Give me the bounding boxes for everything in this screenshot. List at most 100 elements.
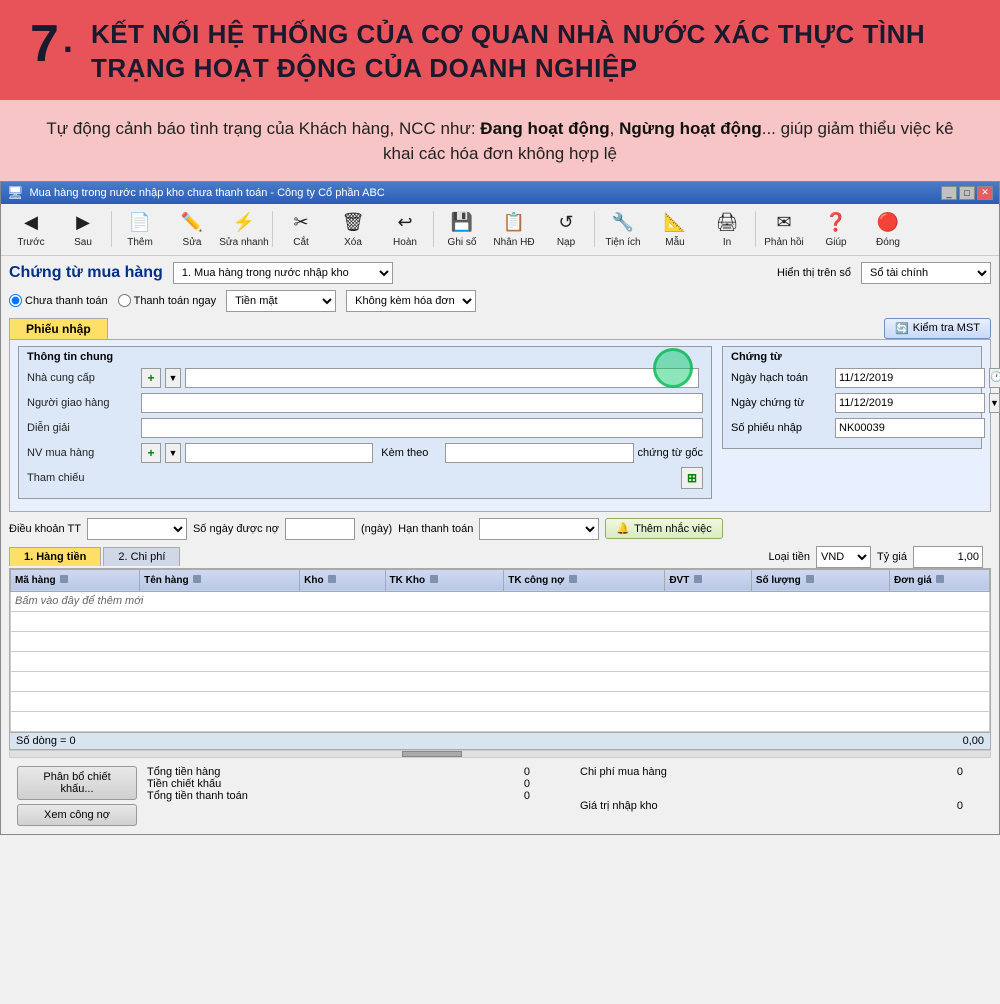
chung-tu-select[interactable]: 1. Mua hàng trong nước nhập kho: [173, 262, 393, 284]
close-button[interactable]: ✕: [977, 186, 993, 200]
ngay-hach-toan-calendar[interactable]: 🕐: [989, 368, 1000, 388]
so-phieu-nhap-input[interactable]: [835, 418, 985, 438]
dien-giai-input[interactable]: [141, 418, 703, 438]
tab-phieu-nhap[interactable]: Phiếu nhập: [9, 318, 108, 339]
tab-chi-phi[interactable]: 2. Chi phí: [103, 547, 180, 566]
window-titlebar: 🖥 Mua hàng trong nước nhập kho chưa than…: [1, 182, 999, 204]
sort-tk-cong-no-icon[interactable]: [569, 575, 577, 583]
copy-hd-icon: 📋: [502, 211, 526, 235]
toolbar-sua[interactable]: ✏️ Sửa: [166, 206, 218, 252]
ngay-hach-toan-input[interactable]: [835, 368, 985, 388]
dien-giai-row: Diễn giải: [27, 417, 703, 439]
col-so-luong[interactable]: Số lượng: [751, 569, 889, 591]
nv-dropdown[interactable]: ▼: [165, 443, 181, 463]
chung-tu-goc-label: chứng từ gốc: [638, 447, 703, 459]
nha-cung-cap-input[interactable]: [185, 368, 699, 388]
toolbar-phan-hoi[interactable]: ✉ Phản hồi: [758, 206, 810, 252]
toolbar-cat[interactable]: ✂ Cắt: [275, 206, 327, 252]
ngay-hach-toan-label: Ngày hạch toán: [731, 372, 831, 384]
quick-edit-icon: ⚡: [232, 211, 256, 235]
ngay-chung-tu-input[interactable]: [835, 393, 985, 413]
form-panel: Thông tin chung Nhà cung cấp + ▼: [9, 339, 991, 512]
hoa-don-select[interactable]: Không kèm hóa đơn: [346, 290, 476, 312]
add-row[interactable]: Bấm vào đây để thêm mới: [11, 591, 990, 611]
chung-tu-panel: Chứng từ Ngày hạch toán 🕐 ▼ Ngày chứng t…: [722, 346, 982, 449]
toolbar-xoa[interactable]: 🗑 Xóa: [327, 206, 379, 252]
toolbar-nap[interactable]: ↺ Nạp: [540, 206, 592, 252]
nha-cung-cap-add-btn[interactable]: +: [141, 368, 161, 388]
dieu-khoan-tt-label: Điều khoản TT: [9, 523, 81, 535]
empty-row-2: [11, 631, 990, 651]
toolbar-tien-ich[interactable]: 🔧 Tiện ích: [597, 206, 649, 252]
horizontal-scrollbar[interactable]: [9, 750, 991, 758]
toolbar-ghi-so[interactable]: 💾 Ghi số: [436, 206, 488, 252]
dieu-khoan-tt-select[interactable]: [87, 518, 187, 540]
thong-tin-chung-title: Thông tin chung: [27, 351, 703, 363]
nv-add-btn[interactable]: +: [141, 443, 161, 463]
sort-tk-kho-icon[interactable]: [430, 575, 438, 583]
toolbar-mau[interactable]: 📐 Mẫu: [649, 206, 701, 252]
toolbar-sep1: [111, 211, 112, 247]
empty-row-1: [11, 611, 990, 631]
scroll-thumb[interactable]: [402, 751, 462, 757]
sort-kho-icon[interactable]: [328, 575, 336, 583]
toolbar-hoan[interactable]: ↩ Hoàn: [379, 206, 431, 252]
sort-so-luong-icon[interactable]: [806, 575, 814, 583]
maximize-button[interactable]: □: [959, 186, 975, 200]
han-tt-select[interactable]: [479, 518, 599, 540]
toolbar-truoc[interactable]: ◀ Trước: [5, 206, 57, 252]
header-dot: .: [63, 18, 73, 61]
loai-tien-label: Loại tiền: [768, 551, 810, 563]
radio-chua-tt[interactable]: Chưa thanh toán: [9, 294, 108, 307]
toolbar-sau[interactable]: ▶ Sau: [57, 206, 109, 252]
toolbar-in[interactable]: 🖨 In: [701, 206, 753, 252]
chung-tu-row: Chứng từ mua hàng 1. Mua hàng trong nước…: [9, 262, 991, 284]
tien-mat-select[interactable]: Tiền mặt: [226, 290, 336, 312]
col-don-gia[interactable]: Đơn giá: [890, 569, 990, 591]
sort-don-gia-icon[interactable]: [936, 575, 944, 583]
minimize-button[interactable]: _: [941, 186, 957, 200]
nv-mua-hang-input[interactable]: [185, 443, 373, 463]
han-tt-label: Hạn thanh toán: [398, 523, 473, 535]
col-dvt[interactable]: ĐVT: [665, 569, 752, 591]
so-ngay-no-input[interactable]: [285, 518, 355, 540]
col-ma-hang[interactable]: Mã hàng: [11, 569, 140, 591]
forward-icon: ▶: [71, 211, 95, 235]
toolbar-sep3: [433, 211, 434, 247]
sort-ma-hang-icon[interactable]: [60, 575, 68, 583]
tong-tien-hang-label: Tổng tiền hàng: [147, 766, 220, 778]
ngay-unit-label: (ngày): [361, 523, 392, 535]
ty-gia-input[interactable]: [913, 546, 983, 568]
phan-bo-chiet-khau-button[interactable]: Phân bổ chiết khấu...: [17, 766, 137, 800]
toolbar: ◀ Trước ▶ Sau 📄 Thêm ✏️ Sửa ⚡ Sửa nhanh …: [1, 204, 999, 256]
nha-cung-cap-dropdown[interactable]: ▼: [165, 368, 181, 388]
add-row-cell[interactable]: Bấm vào đây để thêm mới: [11, 591, 990, 611]
toolbar-giup[interactable]: ❓ Giúp: [810, 206, 862, 252]
so-phieu-nhap-label: Số phiếu nhập: [731, 422, 831, 434]
them-nhac-viec-button[interactable]: 🔔 Thêm nhắc việc: [605, 518, 722, 539]
sort-ten-hang-icon[interactable]: [193, 575, 201, 583]
gia-tri-nhap-kho-value: 0: [943, 800, 983, 812]
window-controls[interactable]: _ □ ✕: [941, 186, 993, 200]
col-kho[interactable]: Kho: [300, 569, 385, 591]
tab-hang-tien[interactable]: 1. Hàng tiền: [9, 547, 101, 566]
tien-chiet-khau-label: Tiền chiết khấu: [147, 778, 221, 790]
nguoi-giao-hang-input[interactable]: [141, 393, 703, 413]
radio-tt-ngay[interactable]: Thanh toán ngay: [118, 294, 217, 307]
toolbar-sua-nhanh[interactable]: ⚡ Sửa nhanh: [218, 206, 270, 252]
hien-thi-select[interactable]: Sổ tài chính: [861, 262, 991, 284]
loai-tien-select[interactable]: VND: [816, 546, 871, 568]
sort-dvt-icon[interactable]: [694, 575, 702, 583]
main-window: 🖥 Mua hàng trong nước nhập kho chưa than…: [0, 181, 1000, 835]
toolbar-them[interactable]: 📄 Thêm: [114, 206, 166, 252]
col-ten-hang[interactable]: Tên hàng: [140, 569, 300, 591]
xem-cong-no-button[interactable]: Xem công nợ: [17, 804, 137, 826]
kiemtra-mst-button[interactable]: 🔄 Kiểm tra MST: [884, 318, 991, 339]
kem-theo-input[interactable]: [445, 443, 633, 463]
toolbar-dong[interactable]: 🔴 Đóng: [862, 206, 914, 252]
tham-chieu-add-btn[interactable]: ⊞: [681, 467, 703, 489]
col-tk-cong-no[interactable]: TK công nợ: [504, 569, 665, 591]
toolbar-nhan-hd[interactable]: 📋 Nhân HĐ: [488, 206, 540, 252]
col-tk-kho[interactable]: TK Kho: [385, 569, 504, 591]
ngay-chung-tu-dropdown[interactable]: ▼: [989, 393, 1000, 413]
